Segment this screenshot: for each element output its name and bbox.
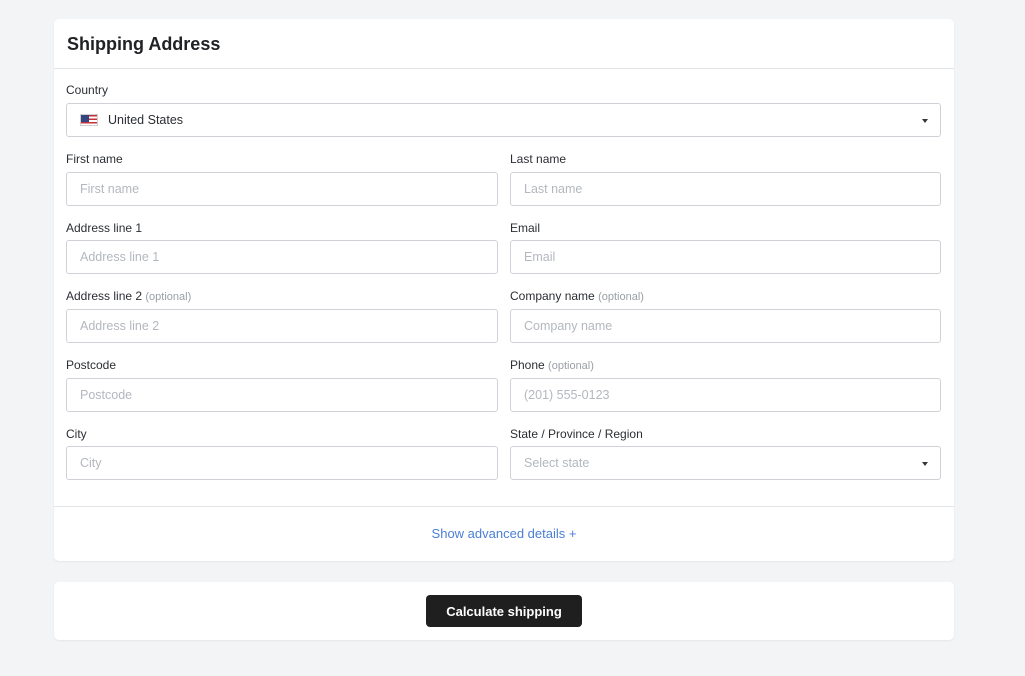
state-label: State / Province / Region — [510, 427, 643, 441]
company-optional-hint: (optional) — [598, 291, 644, 303]
country-value: United States — [108, 113, 184, 127]
email-field[interactable]: Email — [510, 240, 941, 274]
country-select[interactable]: United States — [66, 103, 941, 137]
company-label-text: Company name — [510, 289, 595, 303]
card-header: Shipping Address — [54, 19, 954, 69]
phone-label: Phone (optional) — [510, 358, 594, 372]
last-name-label: Last name — [510, 152, 566, 166]
country-label-text: Country — [66, 83, 109, 97]
address1-label-text: Address line 1 — [66, 221, 143, 235]
state-placeholder: Select state — [524, 456, 590, 470]
state-select[interactable]: Select state — [510, 446, 941, 480]
phone-field[interactable]: (201) 555-0123 — [510, 378, 941, 412]
postcode-field[interactable]: Postcode — [66, 378, 498, 412]
email-label: Email — [510, 221, 540, 235]
chevron-down-icon — [922, 119, 928, 123]
postcode-placeholder: Postcode — [80, 388, 133, 402]
divider — [54, 506, 954, 507]
first-name-label-text: First name — [66, 152, 123, 166]
country-label: Country — [66, 83, 108, 97]
last-name-placeholder: Last name — [524, 182, 583, 196]
address2-label-text: Address line 2 — [66, 289, 143, 303]
postcode-label: Postcode — [66, 358, 116, 372]
first-name-field[interactable]: First name — [66, 172, 498, 206]
address2-optional-hint: (optional) — [145, 291, 192, 303]
company-label: Company name (optional) — [510, 289, 644, 303]
address2-placeholder: Address line 2 — [80, 319, 160, 333]
postcode-label-text: Postcode — [66, 358, 117, 372]
shipping-address-card: Shipping Address Country United States F… — [54, 19, 954, 561]
phone-optional-hint: (optional) — [548, 360, 594, 372]
company-field[interactable]: Company name — [510, 309, 941, 343]
first-name-placeholder: First name — [80, 182, 140, 196]
last-name-label-text: Last name — [510, 152, 567, 166]
city-placeholder: City — [80, 456, 102, 470]
address2-field[interactable]: Address line 2 — [66, 309, 498, 343]
card-title: Shipping Address — [67, 34, 221, 54]
city-field[interactable]: City — [66, 446, 498, 480]
last-name-field[interactable]: Last name — [510, 172, 941, 206]
actions-card: Calculate shipping — [54, 582, 954, 640]
city-label: City — [66, 427, 87, 441]
address1-placeholder: Address line 1 — [80, 250, 160, 264]
first-name-label: First name — [66, 152, 123, 166]
company-placeholder: Company name — [524, 319, 613, 333]
address1-field[interactable]: Address line 1 — [66, 240, 498, 274]
show-advanced-details-link[interactable]: Show advanced details + — [54, 526, 954, 541]
chevron-down-icon — [922, 462, 928, 466]
phone-placeholder: (201) 555-0123 — [524, 388, 610, 402]
address1-label: Address line 1 — [66, 221, 142, 235]
state-label-text: State / Province / Region — [510, 427, 643, 441]
city-label-text: City — [66, 427, 87, 441]
us-flag-icon — [80, 114, 98, 126]
email-placeholder: Email — [524, 250, 556, 264]
calculate-shipping-button[interactable]: Calculate shipping — [426, 595, 582, 627]
phone-label-text: Phone — [510, 358, 545, 372]
address2-label: Address line 2 (optional) — [66, 289, 191, 303]
email-label-text: Email — [510, 221, 541, 235]
